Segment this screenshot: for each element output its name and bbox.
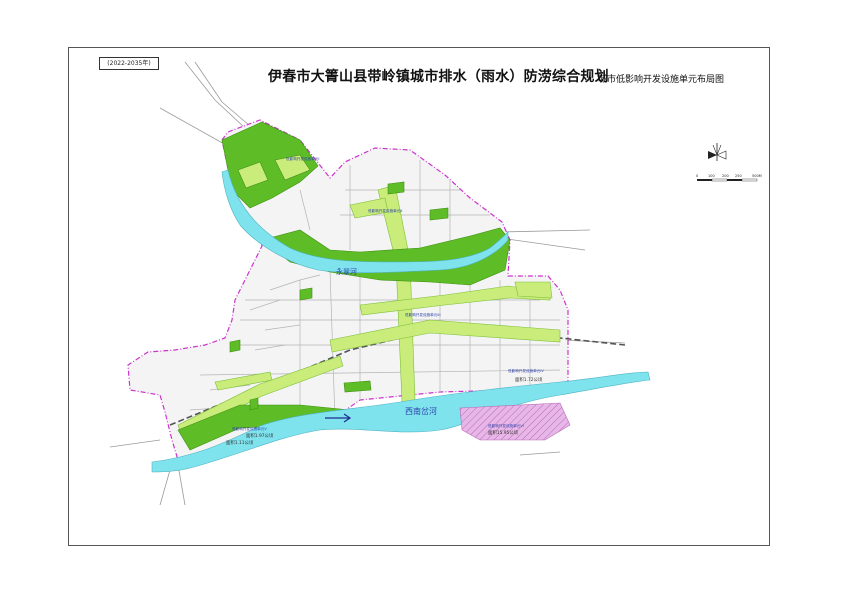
- scale-tick-4: 500M: [752, 174, 762, 178]
- unit-label-2: 低影响开发设施单元II: [368, 208, 402, 213]
- north-arrow-icon: [708, 143, 727, 161]
- unit-area-1: 面积1.72公顷: [515, 376, 543, 383]
- unit-label-1: 低影响开发设施单元I: [286, 156, 319, 161]
- lower-river-label: 西南岔河: [405, 406, 437, 416]
- upper-river-label: 永翠河: [336, 267, 357, 276]
- scale-tick-3: 250: [735, 174, 742, 178]
- unit-area-4: 面积15.95公顷: [488, 429, 519, 436]
- scale-tick-0: 0: [696, 174, 698, 178]
- unit-area-2: 面积1.97公顷: [246, 432, 274, 439]
- unit-label-3: 低影响开发设施单元III: [405, 312, 441, 317]
- scale-tick-2: 200: [722, 174, 729, 178]
- scale-tick-1: 100: [708, 174, 715, 178]
- unit-area-3: 面积1.11公顷: [226, 439, 254, 446]
- unit-label-6: 低影响开发设施单元VI: [488, 423, 524, 428]
- unit-label-4: 低影响开发设施单元IV: [508, 368, 544, 373]
- planning-map[interactable]: 永翠河 西南岔河 低影响开发设施单元I 低影响开发设施单元II 低影响开发设施单…: [0, 0, 842, 595]
- unit-label-5: 低影响开发设施单元V: [232, 426, 267, 431]
- scale-bar: 0 100 200 250 500M: [696, 174, 762, 182]
